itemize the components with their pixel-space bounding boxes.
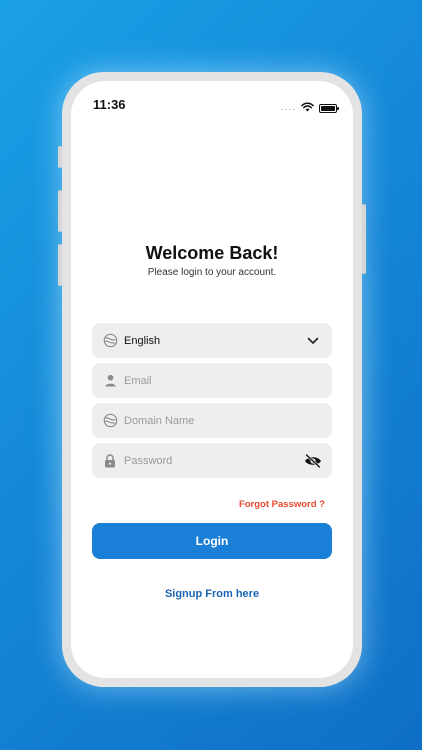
domain-input[interactable] — [124, 414, 322, 427]
signup-link[interactable]: Signup From here — [71, 588, 353, 600]
phone-screen: 11:36 .... Welcome Back! Please login to… — [71, 81, 353, 678]
battery-icon — [319, 103, 339, 113]
login-button[interactable]: Login — [92, 523, 332, 559]
password-input[interactable] — [124, 454, 304, 467]
forgot-password-link[interactable]: Forgot Password ? — [239, 499, 325, 510]
page-title: Welcome Back! — [145, 243, 279, 263]
status-bar: 11:36 .... — [71, 95, 353, 115]
phone-frame: 11:36 .... Welcome Back! Please login to… — [58, 72, 366, 687]
email-field-container — [92, 363, 332, 398]
phone-power-button — [362, 204, 366, 274]
domain-field-container — [92, 403, 332, 438]
language-value: English — [124, 334, 161, 347]
phone-volume-down — [58, 244, 62, 286]
battery-level — [321, 105, 335, 111]
signal-dots: .... — [280, 102, 296, 113]
eye-off-icon[interactable] — [304, 452, 322, 470]
email-input[interactable] — [124, 374, 322, 387]
phone-volume-up — [58, 190, 62, 232]
page-subtitle: Please login to your account. — [147, 267, 277, 278]
password-field-container — [92, 443, 332, 478]
globe-icon — [102, 413, 118, 429]
globe-icon — [102, 333, 118, 349]
status-time: 11:36 — [93, 97, 126, 112]
phone-mute-switch — [58, 146, 62, 168]
chevron-down-icon[interactable] — [304, 332, 322, 350]
language-select[interactable]: English — [92, 323, 332, 358]
status-icons: .... — [280, 99, 339, 117]
user-icon — [102, 373, 118, 389]
lock-icon — [102, 453, 118, 469]
wifi-icon — [301, 99, 314, 117]
